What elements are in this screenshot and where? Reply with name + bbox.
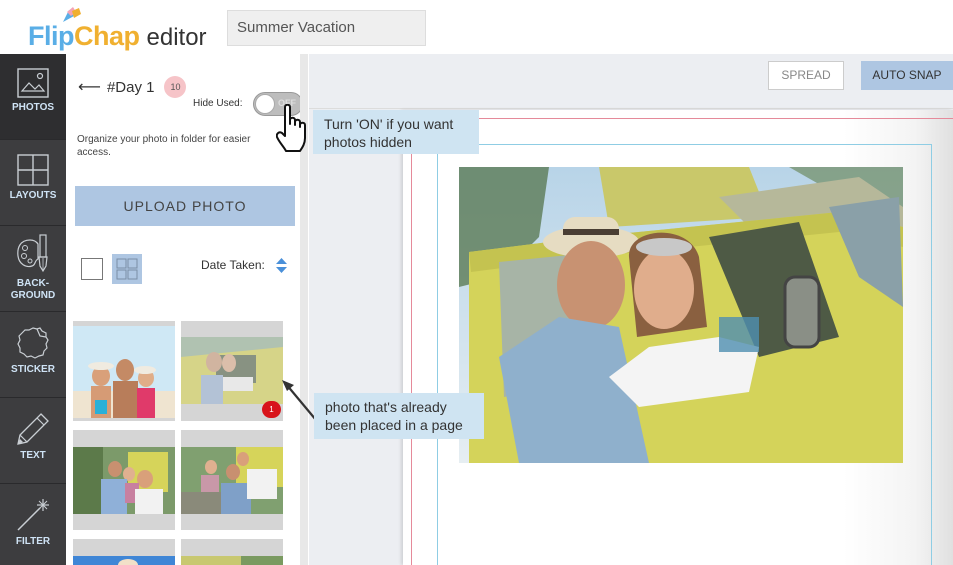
rail-item-text[interactable]: TEXT	[0, 398, 66, 484]
safe-area-guide-right	[931, 144, 932, 565]
folder-name: #Day 1	[106, 78, 155, 96]
sort-updown-icon[interactable]	[275, 257, 288, 274]
photo-thumbnail-used[interactable]: 1	[181, 321, 283, 421]
placed-photo[interactable]	[459, 167, 903, 463]
image-icon	[17, 68, 49, 98]
thumbnail-image-family-van-2	[181, 447, 283, 514]
rail-label-layouts: LAYOUTS	[9, 190, 57, 201]
logo-text-editor: editor	[146, 23, 207, 51]
grid-view-icon	[116, 258, 138, 280]
spread-button[interactable]: SPREAD	[768, 61, 844, 90]
rail-label-background-line1: BACK-	[16, 278, 50, 289]
upload-photo-button[interactable]: UPLOAD PHOTO	[75, 186, 295, 226]
toolbar-divider	[309, 108, 953, 109]
sticker-icon	[17, 327, 49, 359]
folder-header: ⟵ #Day 1 10	[78, 76, 187, 98]
thumbnail-image-couple-van	[181, 337, 283, 404]
auto-snap-button[interactable]: AUTO SNAP	[861, 61, 953, 90]
used-photo-tooltip: photo that's already been placed in a pa…	[314, 393, 484, 439]
magic-wand-icon	[17, 499, 49, 531]
panel-description: Organize your photo in folder for easier…	[77, 134, 251, 158]
flipchap-logo[interactable]: Flip Chap editor	[28, 6, 207, 50]
photo-thumbnail[interactable]	[181, 430, 283, 530]
rail-item-layouts[interactable]: LAYOUTS	[0, 140, 66, 226]
safe-area-guide-left	[437, 144, 438, 565]
thumbnail-image-family-van-1	[73, 447, 175, 514]
thumbnail-image-family-beach	[73, 326, 175, 418]
logo-text-chap: Chap	[74, 21, 140, 51]
rail-label-filter: FILTER	[15, 536, 51, 547]
placed-photo-couple-van	[459, 167, 903, 463]
hand-pointer-icon	[276, 104, 306, 152]
rail-label-background: BACK- GROUND	[11, 278, 55, 302]
rail-item-sticker[interactable]: STICKER	[0, 312, 66, 398]
photo-thumbnail[interactable]	[73, 321, 175, 421]
hide-used-tooltip: Turn 'ON' if you want photos hidden	[313, 110, 479, 154]
rail-item-background[interactable]: BACK- GROUND	[0, 226, 66, 312]
editor-root: Flip Chap editor Summer Vacation PHOTOS …	[0, 0, 953, 565]
project-title-input[interactable]: Summer Vacation	[227, 10, 426, 46]
pencil-icon	[17, 413, 49, 445]
logo-book-icon	[63, 7, 81, 22]
sort-label: Date Taken:	[201, 258, 265, 272]
hide-used-label: Hide Used:	[193, 98, 243, 109]
header: Flip Chap editor Summer Vacation	[0, 0, 953, 54]
toggle-knob	[255, 94, 275, 114]
photo-thumbnail[interactable]	[73, 430, 175, 530]
grid-view-toggle[interactable]	[112, 254, 142, 284]
back-arrow-icon[interactable]: ⟵	[78, 77, 101, 97]
rail-item-filter[interactable]: FILTER	[0, 484, 66, 565]
rail-item-photos[interactable]: PHOTOS	[0, 54, 66, 140]
safe-area-guide-top	[437, 144, 932, 145]
thumbnail-image-sky	[73, 556, 175, 565]
rail-label-text: TEXT	[20, 450, 46, 461]
palette-icon	[17, 234, 48, 273]
rail-label-photos: PHOTOS	[11, 102, 55, 113]
used-count-badge: 1	[262, 401, 281, 418]
rail-label-background-line2: GROUND	[10, 290, 56, 301]
tool-rail: PHOTOS LAYOUTS BACK- GROUND STICKER TEXT…	[0, 54, 66, 565]
rail-label-sticker: STICKER	[11, 364, 55, 375]
photo-thumbnail[interactable]	[73, 539, 175, 565]
thumbnail-image-trees	[181, 556, 283, 565]
single-view-toggle[interactable]	[81, 258, 103, 280]
folder-count-badge: 10	[164, 76, 187, 98]
bleed-guide-left	[411, 118, 412, 565]
photo-thumbnail[interactable]	[181, 539, 283, 565]
layout-grid-icon	[17, 154, 49, 186]
bleed-guide-top	[411, 118, 953, 119]
